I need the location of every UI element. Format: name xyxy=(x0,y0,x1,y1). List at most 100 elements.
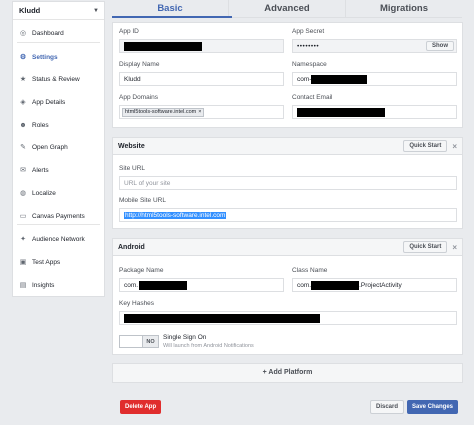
android-platform-card: Android Quick Start × Package Name com. … xyxy=(112,238,463,355)
single-sign-on-label: Single Sign On xyxy=(163,334,207,341)
sidebar-item-label: Alerts xyxy=(32,166,49,174)
site-url-label: Site URL xyxy=(119,165,146,172)
app-switcher[interactable]: Kludd ▼ xyxy=(13,2,104,20)
footer-actions: Delete App Discard Save Changes xyxy=(112,395,463,420)
app-domain-chip-text: html5tools-software.intel.com xyxy=(125,108,197,115)
sidebar-divider xyxy=(17,42,100,43)
sidebar-item-label: Canvas Payments xyxy=(32,212,85,220)
bell-icon: ✉ xyxy=(20,167,26,174)
app-name: Kludd xyxy=(19,6,41,15)
site-url-input[interactable]: URL of your site xyxy=(119,176,457,190)
contact-email-input[interactable] xyxy=(292,105,457,119)
remove-chip-icon[interactable]: × xyxy=(198,109,201,116)
redacted-key-hash xyxy=(124,313,320,323)
namespace-input[interactable]: com- xyxy=(292,72,457,86)
redacted-class-name xyxy=(311,280,360,290)
active-tab-indicator xyxy=(112,16,232,18)
package-prefix: com. xyxy=(124,281,139,289)
sidebar-item-label: Localize xyxy=(32,189,56,197)
single-sign-on-help: Will launch from Android Notifications xyxy=(163,343,254,349)
display-name-input[interactable]: Kludd xyxy=(119,72,284,86)
app-secret-label: App Secret xyxy=(292,28,325,35)
sidebar-item-app-details[interactable]: ◈ App Details xyxy=(13,94,104,110)
app-id-field xyxy=(119,39,284,53)
caret-down-icon: ▼ xyxy=(93,7,99,14)
save-changes-button[interactable]: Save Changes xyxy=(407,400,459,414)
app-domain-chip[interactable]: html5tools-software.intel.com × xyxy=(122,107,205,117)
website-quick-start-button[interactable]: Quick Start xyxy=(403,140,448,152)
sidebar-item-label: Roles xyxy=(32,121,49,129)
single-sign-on-toggle[interactable]: NO xyxy=(119,335,159,348)
sidebar-item-canvas-payments[interactable]: ▭ Canvas Payments xyxy=(13,208,104,224)
sidebar-item-label: Test Apps xyxy=(32,258,61,266)
sidebar-divider xyxy=(17,224,100,225)
website-title: Website xyxy=(118,142,145,150)
sidebar-item-alerts[interactable]: ✉ Alerts xyxy=(13,162,104,178)
toggle-state: NO xyxy=(142,336,158,347)
sidebar-item-status-review[interactable]: ★ Status & Review xyxy=(13,71,104,87)
website-platform-card: Website Quick Start × Site URL URL of yo… xyxy=(112,137,463,229)
show-secret-button[interactable]: Show xyxy=(426,41,454,51)
close-icon[interactable]: × xyxy=(452,243,457,252)
app-domains-input[interactable]: html5tools-software.intel.com × xyxy=(119,105,284,119)
close-icon[interactable]: × xyxy=(452,142,457,151)
toggle-knob xyxy=(120,336,142,347)
basic-settings-card: App ID App Secret •••••••• Show Display … xyxy=(112,22,463,128)
sidebar-item-settings[interactable]: ⚙ Settings xyxy=(13,49,104,65)
tab-basic[interactable]: Basic xyxy=(112,0,229,17)
key-hashes-label: Key Hashes xyxy=(119,300,155,307)
app-secret-field: •••••••• Show xyxy=(292,39,457,53)
class-suffix: .ProjectActivity xyxy=(359,281,402,289)
key-hashes-input[interactable] xyxy=(119,311,457,325)
mobile-site-url-value: http://html5tools-software.intel.com xyxy=(124,211,227,219)
redacted-namespace xyxy=(311,74,368,84)
app-domains-label: App Domains xyxy=(119,94,159,101)
namespace-label: Namespace xyxy=(292,61,327,68)
sidebar-item-dashboard[interactable]: ◎ Dashboard xyxy=(13,25,104,41)
sidebar-item-label: Insights xyxy=(32,281,55,289)
delete-app-button[interactable]: Delete App xyxy=(120,400,162,414)
star-icon: ★ xyxy=(19,76,27,83)
package-name-label: Package Name xyxy=(119,267,164,274)
graph-icon: ✎ xyxy=(20,144,26,151)
mobile-site-url-label: Mobile Site URL xyxy=(119,197,166,204)
class-prefix: com. xyxy=(297,281,312,289)
class-name-input[interactable]: com. .ProjectActivity xyxy=(292,278,457,292)
redacted-app-id xyxy=(124,41,202,51)
class-name-label: Class Name xyxy=(292,267,328,274)
tab-migrations[interactable]: Migrations xyxy=(346,0,462,17)
card-icon: ▭ xyxy=(19,213,27,220)
dashboard-icon: ◎ xyxy=(19,30,27,37)
flask-icon: ▣ xyxy=(19,259,27,266)
app-id-label: App ID xyxy=(119,28,139,35)
globe-icon: ◍ xyxy=(19,190,27,197)
sidebar-item-insights[interactable]: ▤ Insights xyxy=(13,277,104,293)
sidebar-item-audience-network[interactable]: ✦ Audience Network xyxy=(13,231,104,247)
sidebar-item-localize[interactable]: ◍ Localize xyxy=(13,185,104,201)
sidebar-item-label: Settings xyxy=(32,53,58,61)
android-card-header: Android Quick Start × xyxy=(113,239,462,256)
sidebar-item-open-graph[interactable]: ✎ Open Graph xyxy=(13,139,104,155)
app-secret-value: •••••••• xyxy=(297,42,320,50)
sidebar-item-label: Status & Review xyxy=(32,75,80,83)
sidebar-item-label: Audience Network xyxy=(32,235,85,243)
sidebar: Kludd ▼ ◎ Dashboard ⚙ Settings ★ Status & Rev… xyxy=(12,1,105,297)
android-quick-start-button[interactable]: Quick Start xyxy=(403,241,448,253)
display-name-label: Display Name xyxy=(119,61,160,68)
chart-icon: ▤ xyxy=(19,282,27,289)
tab-advanced[interactable]: Advanced xyxy=(229,0,346,17)
cube-icon: ◈ xyxy=(20,99,26,106)
sidebar-item-roles[interactable]: ☻ Roles xyxy=(13,117,104,133)
mobile-site-url-input[interactable]: http://html5tools-software.intel.com xyxy=(119,208,457,222)
add-platform-button[interactable]: + Add Platform xyxy=(112,363,463,383)
sidebar-item-test-apps[interactable]: ▣ Test Apps xyxy=(13,254,104,270)
redacted-contact-email xyxy=(297,107,385,117)
redacted-package-name xyxy=(139,280,188,290)
people-icon: ☻ xyxy=(19,121,27,129)
sidebar-item-label: App Details xyxy=(32,98,66,106)
gear-icon: ⚙ xyxy=(19,54,27,61)
discard-button[interactable]: Discard xyxy=(370,400,405,414)
package-name-input[interactable]: com. xyxy=(119,278,284,292)
website-card-header: Website Quick Start × xyxy=(113,138,462,155)
contact-email-label: Contact Email xyxy=(292,94,333,101)
